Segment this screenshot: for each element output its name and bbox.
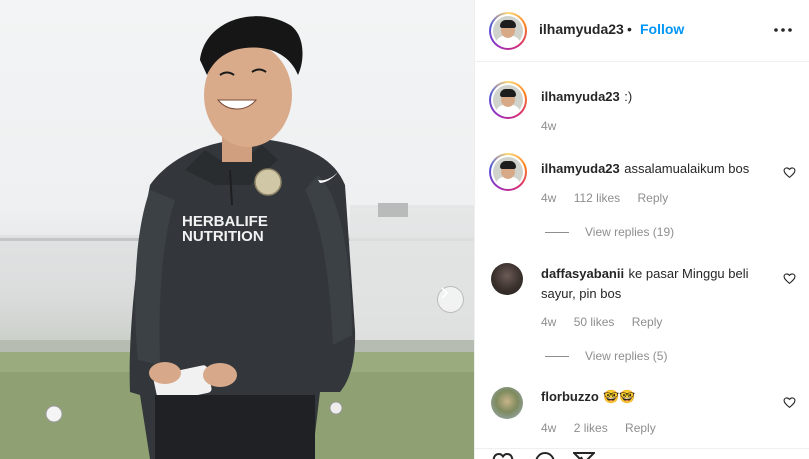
action-bar bbox=[475, 448, 809, 459]
post-header: ilhamyuda23 • Follow bbox=[475, 0, 809, 62]
reply-button[interactable]: Reply bbox=[638, 191, 669, 205]
header-avatar[interactable] bbox=[489, 12, 527, 50]
comment-avatar[interactable] bbox=[491, 387, 523, 419]
replies-divider bbox=[545, 231, 569, 233]
comment-meta: 4w 112 likes Reply bbox=[541, 191, 682, 205]
view-replies-button[interactable]: View replies (5) bbox=[545, 349, 667, 363]
comment-meta: 4w 2 likes Reply bbox=[541, 421, 670, 435]
comment-username[interactable]: florbuzzo bbox=[541, 389, 599, 404]
comment-time[interactable]: 4w bbox=[541, 315, 556, 329]
caption-avatar[interactable] bbox=[489, 81, 527, 119]
comment-username[interactable]: ilhamyuda23 bbox=[541, 161, 620, 176]
post-details-panel: ilhamyuda23 • Follow ilhamyuda23 :) 4w i… bbox=[474, 0, 809, 459]
comment-likes[interactable]: 2 likes bbox=[574, 421, 608, 435]
comment-likes[interactable]: 50 likes bbox=[574, 315, 615, 329]
comment-meta: 4w 50 likes Reply bbox=[541, 315, 676, 329]
caption-time[interactable]: 4w bbox=[541, 119, 556, 133]
reply-button[interactable]: Reply bbox=[632, 315, 663, 329]
replies-divider bbox=[545, 355, 569, 357]
jersey-sponsor: HERBALIFE NUTRITION bbox=[182, 214, 268, 244]
caption-text: :) bbox=[624, 89, 633, 104]
comment-time[interactable]: 4w bbox=[541, 191, 556, 205]
jersey-text-line2: NUTRITION bbox=[182, 228, 264, 245]
post-photo[interactable]: HERBALIFE NUTRITION bbox=[0, 0, 474, 459]
like-icon[interactable] bbox=[491, 451, 515, 459]
header-separator: • bbox=[627, 21, 632, 37]
next-photo-button[interactable] bbox=[437, 286, 464, 313]
comment-likes[interactable]: 112 likes bbox=[574, 191, 620, 205]
heart-icon[interactable] bbox=[783, 166, 796, 179]
caption: ilhamyuda23 :) bbox=[541, 88, 632, 106]
view-replies-label: View replies (5) bbox=[585, 349, 668, 363]
more-options-icon bbox=[774, 28, 792, 32]
comment-body: ilhamyuda23 assalamualaikum bos bbox=[541, 160, 771, 178]
more-options-button[interactable] bbox=[771, 20, 795, 40]
share-icon[interactable] bbox=[573, 451, 595, 459]
caption-meta: 4w bbox=[541, 119, 570, 133]
comment-body: florbuzzo 🤓🤓 bbox=[541, 388, 771, 406]
comment-icon[interactable] bbox=[533, 451, 557, 459]
follow-button[interactable]: Follow bbox=[640, 21, 684, 37]
header-username[interactable]: ilhamyuda23 bbox=[539, 21, 624, 37]
comment-avatar[interactable] bbox=[491, 263, 523, 295]
reply-button[interactable]: Reply bbox=[625, 421, 656, 435]
comment-text: assalamualaikum bos bbox=[624, 161, 750, 176]
view-replies-button[interactable]: View replies (19) bbox=[545, 225, 674, 239]
comment-time[interactable]: 4w bbox=[541, 421, 556, 435]
chevron-right-icon bbox=[441, 287, 449, 299]
comment-body: daffasyabanii ke pasar Minggu beli sayur… bbox=[541, 264, 781, 304]
view-replies-label: View replies (19) bbox=[585, 225, 675, 239]
jersey-text-line1: HERBALIFE bbox=[182, 213, 268, 230]
caption-username[interactable]: ilhamyuda23 bbox=[541, 89, 620, 104]
heart-icon[interactable] bbox=[783, 396, 796, 409]
comment-text: 🤓🤓 bbox=[603, 389, 636, 404]
heart-icon[interactable] bbox=[783, 272, 796, 285]
comment-username[interactable]: daffasyabanii bbox=[541, 266, 624, 281]
comment-avatar[interactable] bbox=[489, 153, 527, 191]
